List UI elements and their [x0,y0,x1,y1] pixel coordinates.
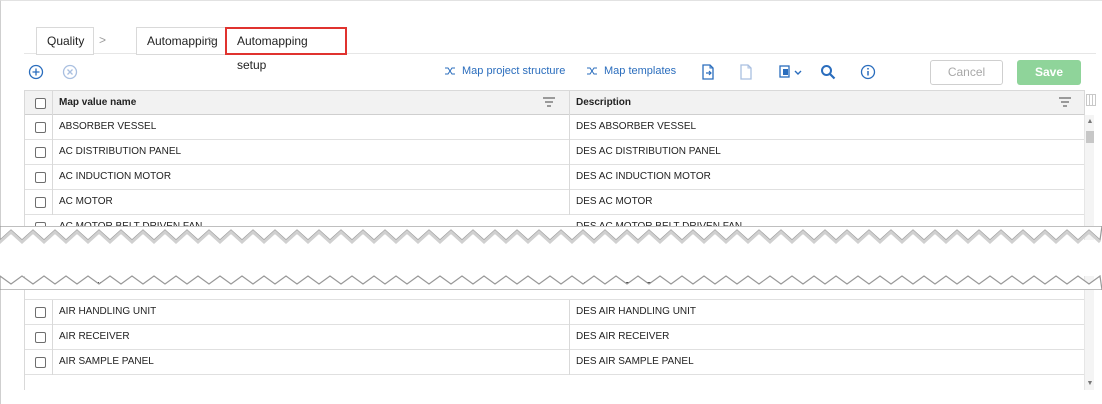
description-cell: DES AIR HANDLING UNIT [576,306,697,317]
scroll-down-arrow[interactable]: ▼ [1085,379,1095,389]
column-divider [569,300,570,325]
table-row[interactable]: ABSORBER VESSEL DES ABSORBER VESSEL [25,115,1085,140]
column-divider [569,165,570,190]
table-header: Map value name Description [25,90,1085,116]
description-cell: DES AC INDUCTION MOTOR [576,171,711,182]
description-cell: DES AIR SAMPLE PANEL [576,356,694,367]
column-divider [52,350,53,375]
table-row[interactable]: AIR SAMPLE PANEL DES AIR SAMPLE PANEL [25,350,1085,375]
column-header-description[interactable]: Description [576,91,1066,116]
breadcrumb-item-automapping-setup[interactable]: Automapping setup [225,27,347,72]
column-divider [569,115,570,140]
map-structure-icon [445,67,455,75]
table-row[interactable]: AIR RECEIVER DES AIR RECEIVER [25,325,1085,350]
torn-gap-fill [0,240,1102,276]
description-cell: DES AC MOTOR [576,196,653,207]
map-value-name-cell: AC DISTRIBUTION PANEL [59,146,182,157]
breadcrumb-separator: > [208,33,216,47]
row-checkbox[interactable] [35,122,46,133]
map-value-name-cell: ABSORBER VESSEL [59,121,157,132]
map-value-name-cell: AIR HANDLING UNIT [59,306,157,317]
column-header-map-value-name[interactable]: Map value name [59,91,559,116]
column-chooser-icon[interactable] [1086,94,1096,106]
column-divider [569,140,570,165]
map-project-structure-button[interactable]: Map project structure [444,65,565,77]
search-icon[interactable] [818,62,838,82]
column-divider [52,190,53,215]
row-checkbox[interactable] [35,307,46,318]
map-value-name-cell: AC MOTOR [59,196,113,207]
column-divider [52,140,53,165]
scroll-thumb[interactable] [1086,131,1094,143]
row-checkbox[interactable] [35,147,46,158]
description-cell: DES ABSORBER VESSEL [576,121,697,132]
column-divider [52,165,53,190]
torn-gap [0,226,1102,290]
column-divider [569,350,570,375]
breadcrumb-item-quality[interactable]: Quality [36,27,94,55]
filter-icon[interactable] [1059,97,1071,107]
column-divider [1084,91,1085,116]
column-divider [52,300,53,325]
column-divider [569,91,570,116]
export-file-icon[interactable] [698,62,718,82]
toolbar: Map project structure Map templates Canc… [24,58,1096,88]
column-divider [52,91,53,116]
table-row[interactable]: AC INDUCTION MOTOR DES AC INDUCTION MOTO… [25,165,1085,190]
column-divider [52,325,53,350]
column-divider [569,325,570,350]
row-checkbox[interactable] [35,197,46,208]
map-templates-label: Map templates [604,65,677,77]
row-checkbox[interactable] [35,332,46,343]
table-row[interactable]: AC DISTRIBUTION PANEL DES AC DISTRIBUTIO… [25,140,1085,165]
map-value-name-cell: AC INDUCTION MOTOR [59,171,172,182]
select-all-checkbox[interactable] [35,98,46,109]
breadcrumb: Quality > Automapping > Automapping setu… [24,24,1096,72]
description-cell: DES AC DISTRIBUTION PANEL [576,146,721,157]
add-circle-icon[interactable] [26,62,46,82]
breadcrumb-item-automapping[interactable]: Automapping [136,27,229,55]
map-project-structure-label: Map project structure [462,65,566,77]
row-checkbox[interactable] [35,357,46,368]
map-value-name-cell: AIR SAMPLE PANEL [59,356,154,367]
filter-icon[interactable] [543,97,555,107]
description-cell: DES AIR RECEIVER [576,331,670,342]
map-value-name-cell: AIR RECEIVER [59,331,130,342]
table-row[interactable]: AC MOTOR DES AC MOTOR [25,190,1085,215]
column-divider [52,115,53,140]
table-row[interactable]: AIR HANDLING UNIT DES AIR HANDLING UNIT [25,300,1085,325]
info-icon[interactable] [858,62,878,82]
row-checkbox[interactable] [35,172,46,183]
map-templates-icon [587,67,597,75]
scroll-up-arrow[interactable]: ▲ [1085,117,1095,127]
column-divider [569,190,570,215]
remove-circle-icon[interactable] [60,62,80,82]
cancel-button[interactable]: Cancel [930,60,1003,85]
breadcrumb-separator: > [99,33,107,47]
map-templates-button[interactable]: Map templates [586,65,676,77]
import-file-icon[interactable] [736,62,756,82]
save-button[interactable]: Save [1017,60,1081,85]
import-dropdown-icon[interactable] [778,62,804,82]
